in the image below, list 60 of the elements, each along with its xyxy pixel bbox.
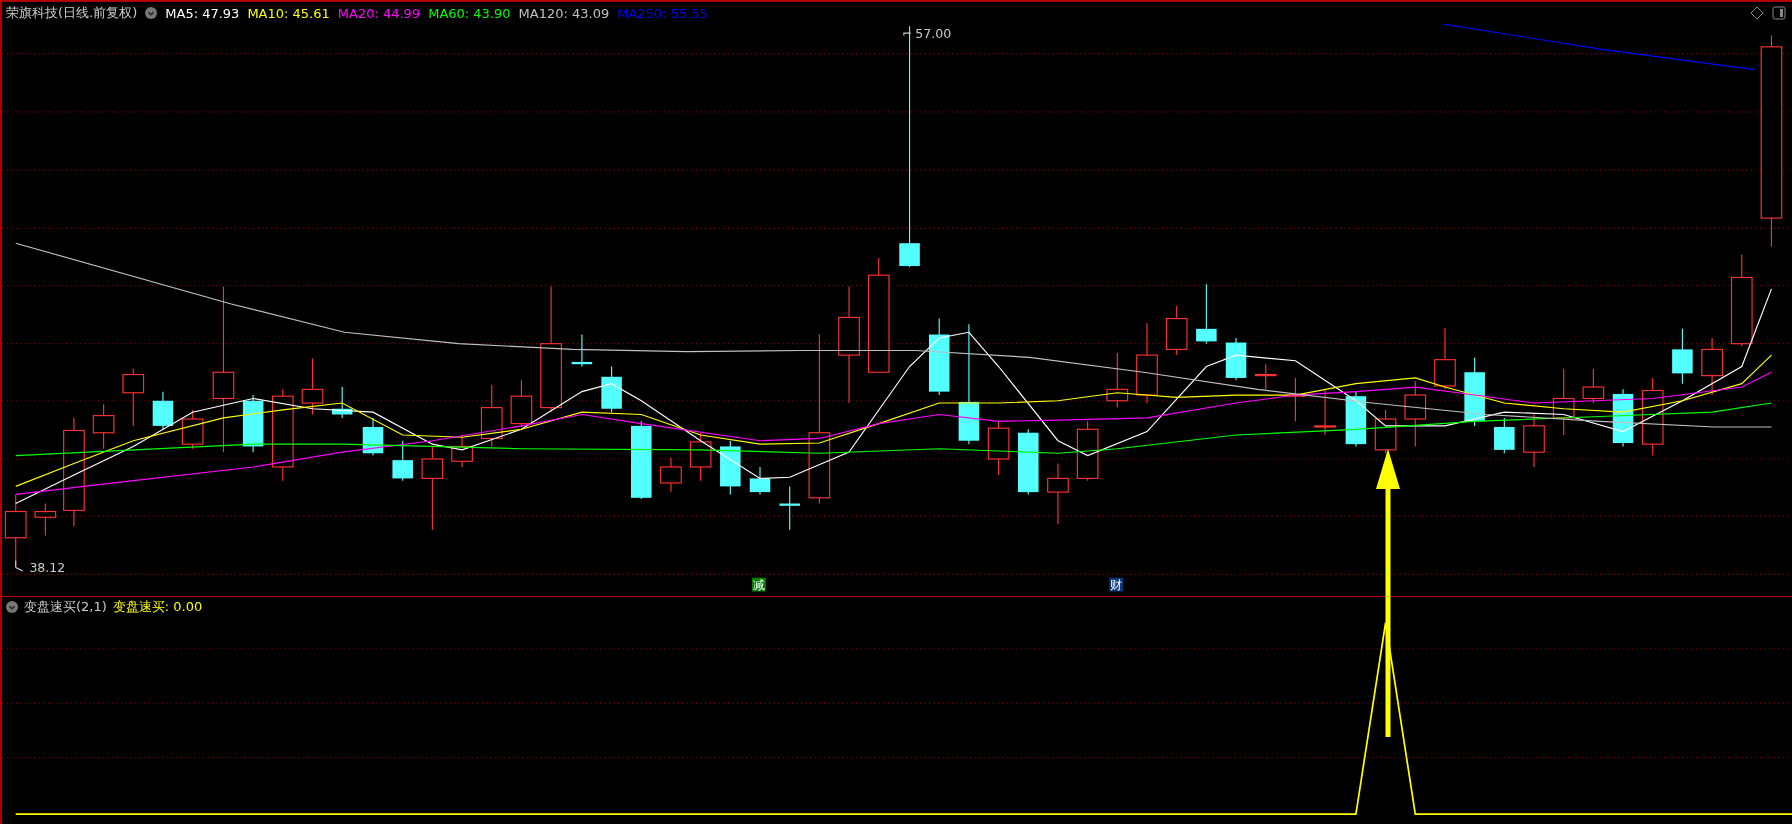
candlestick xyxy=(1672,328,1693,385)
candlestick xyxy=(779,485,800,531)
candlestick xyxy=(181,409,204,450)
chevron-icon[interactable] xyxy=(6,601,18,613)
price-label: 38.12 xyxy=(29,560,66,575)
candlestick xyxy=(1494,417,1515,454)
candlestick xyxy=(1076,420,1099,482)
candlestick xyxy=(480,384,503,447)
candlestick xyxy=(122,368,145,427)
candlestick xyxy=(660,457,682,493)
candlestick xyxy=(92,403,115,450)
candlestick xyxy=(34,502,57,537)
leader-line xyxy=(903,32,912,36)
indicator-name: 变盘速买(2,1) xyxy=(24,598,107,616)
candlestick xyxy=(1464,356,1485,427)
candlestick xyxy=(301,357,324,416)
candlestick xyxy=(1374,409,1397,454)
candlestick xyxy=(1434,327,1456,390)
leader-line xyxy=(15,560,24,572)
candlestick xyxy=(1225,337,1247,381)
candlestick xyxy=(720,440,741,495)
candlestick xyxy=(1254,363,1277,390)
diamond-icon[interactable] xyxy=(1750,6,1764,20)
candlestick xyxy=(1165,305,1188,356)
candlestick xyxy=(1047,463,1069,525)
ma-legend-label: MA120: 43.09 xyxy=(518,5,610,21)
ma-legend-label: MA10: 45.61 xyxy=(247,5,330,21)
candlestick xyxy=(331,386,353,419)
candlestick xyxy=(1106,352,1129,409)
candlestick xyxy=(152,391,174,430)
candlestick xyxy=(1582,368,1605,404)
ma-legend-label: MA20: 44.99 xyxy=(337,5,421,21)
candlestick xyxy=(392,440,413,482)
candlestick xyxy=(987,420,1010,476)
candlestick xyxy=(1523,413,1545,468)
candlestick xyxy=(749,466,771,495)
ma-legend-label: MA5: 47.93 xyxy=(165,5,240,21)
candlestick xyxy=(242,394,264,453)
candlestick xyxy=(571,334,593,368)
candlestick xyxy=(1018,428,1039,495)
candlestick xyxy=(1314,388,1336,436)
panel-toggle-icon[interactable] xyxy=(1772,6,1786,20)
candlestick xyxy=(362,417,384,457)
event-marker[interactable]: 减 xyxy=(752,577,766,593)
chevron-icon[interactable] xyxy=(145,7,158,19)
ma-legend-label: MA60: 43.90 xyxy=(428,5,511,21)
price-label: 57.00 xyxy=(915,25,952,41)
indicator-value: 变盘速买: 0.00 xyxy=(112,598,203,616)
candlestick xyxy=(510,379,533,428)
candlestick xyxy=(1552,368,1575,436)
candlestick xyxy=(689,432,712,482)
candlestick xyxy=(451,434,473,468)
candlestick xyxy=(1345,391,1367,447)
event-marker[interactable]: 财 xyxy=(1109,577,1124,593)
ma-legend-label: MA250: 55.55 xyxy=(617,5,708,21)
candlestick xyxy=(1196,283,1217,345)
chart-title: 荣旗科技(日线.前复权) xyxy=(6,4,138,22)
candlestick xyxy=(601,365,622,413)
candlestick xyxy=(1404,380,1427,447)
candlestick xyxy=(1701,337,1723,396)
